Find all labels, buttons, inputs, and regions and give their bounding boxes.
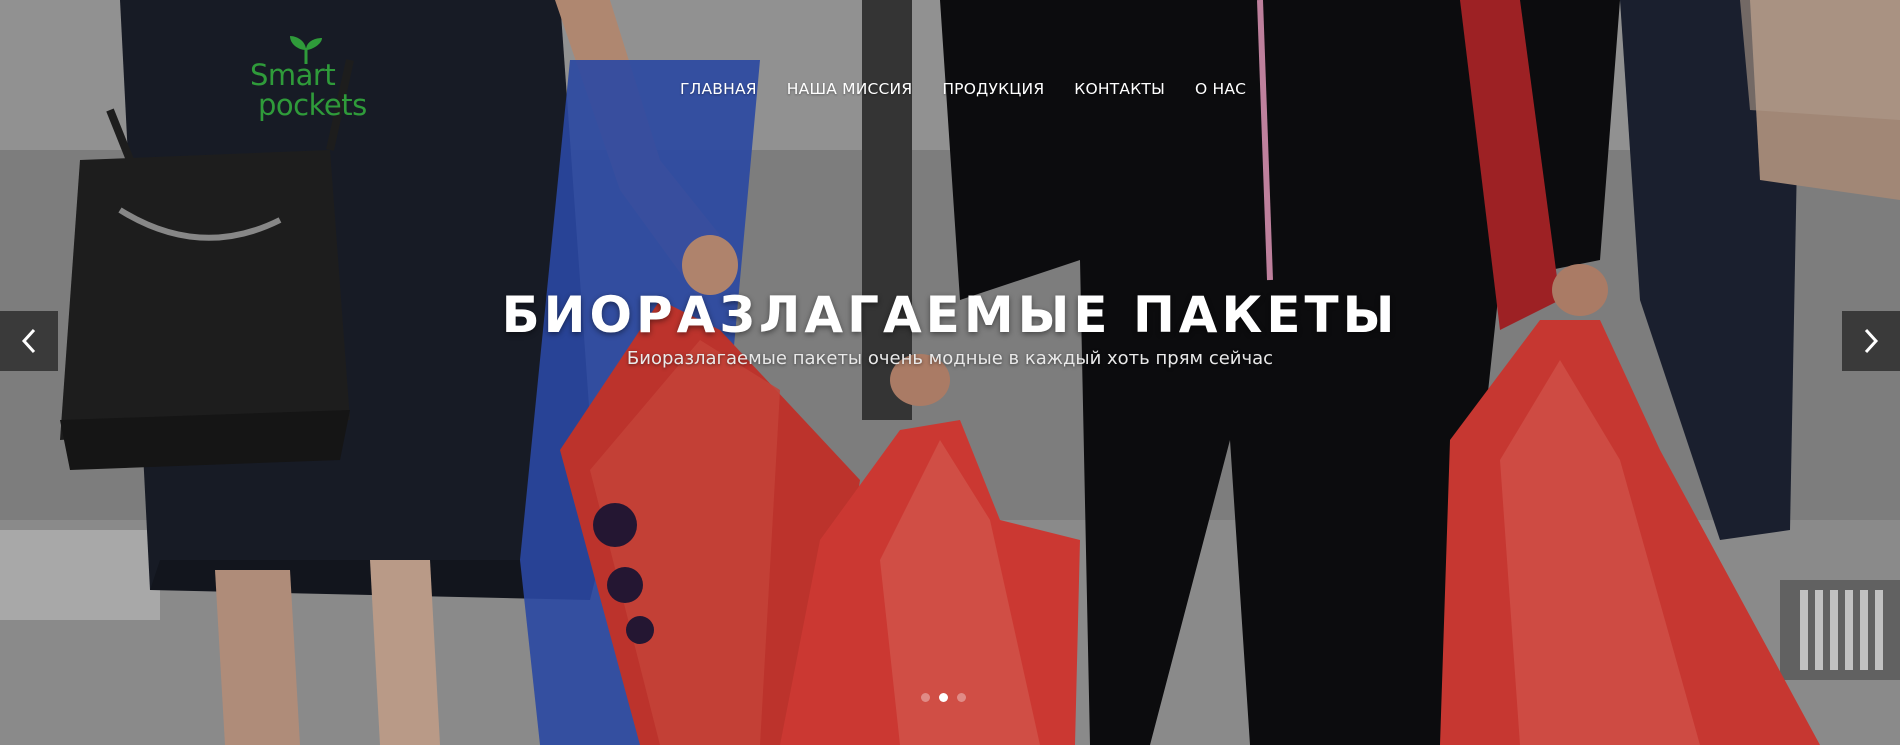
- nav-item-contacts[interactable]: КОНТАКТЫ: [1074, 80, 1165, 98]
- slider-dot-1[interactable]: [921, 693, 930, 702]
- slider-dot-3[interactable]: [957, 693, 966, 702]
- hero-slider: Smart pockets ГЛАВНАЯ НАША МИССИЯ ПРОДУК…: [0, 0, 1900, 745]
- main-nav: ГЛАВНАЯ НАША МИССИЯ ПРОДУКЦИЯ КОНТАКТЫ О…: [680, 80, 1246, 98]
- nav-item-about[interactable]: О НАС: [1195, 80, 1246, 98]
- chevron-left-icon: [21, 328, 36, 354]
- nav-item-mission[interactable]: НАША МИССИЯ: [787, 80, 913, 98]
- slider-pagination: [921, 693, 966, 702]
- hero-subtitle: Биоразлагаемые пакеты очень модные в каж…: [626, 348, 1274, 369]
- logo-text-line1: Smart: [250, 58, 336, 92]
- logo-text-line2: pockets: [258, 88, 367, 122]
- nav-item-home[interactable]: ГЛАВНАЯ: [680, 80, 757, 98]
- site-logo[interactable]: Smart pockets: [244, 34, 374, 124]
- hero-title: БИОРАЗЛАГАЕМЫЕ ПАКЕТЫ: [501, 286, 1399, 344]
- slider-prev-button[interactable]: [0, 311, 58, 371]
- slider-dot-2[interactable]: [939, 693, 948, 702]
- nav-item-products[interactable]: ПРОДУКЦИЯ: [942, 80, 1044, 98]
- slider-next-button[interactable]: [1842, 311, 1900, 371]
- chevron-right-icon: [1864, 328, 1879, 354]
